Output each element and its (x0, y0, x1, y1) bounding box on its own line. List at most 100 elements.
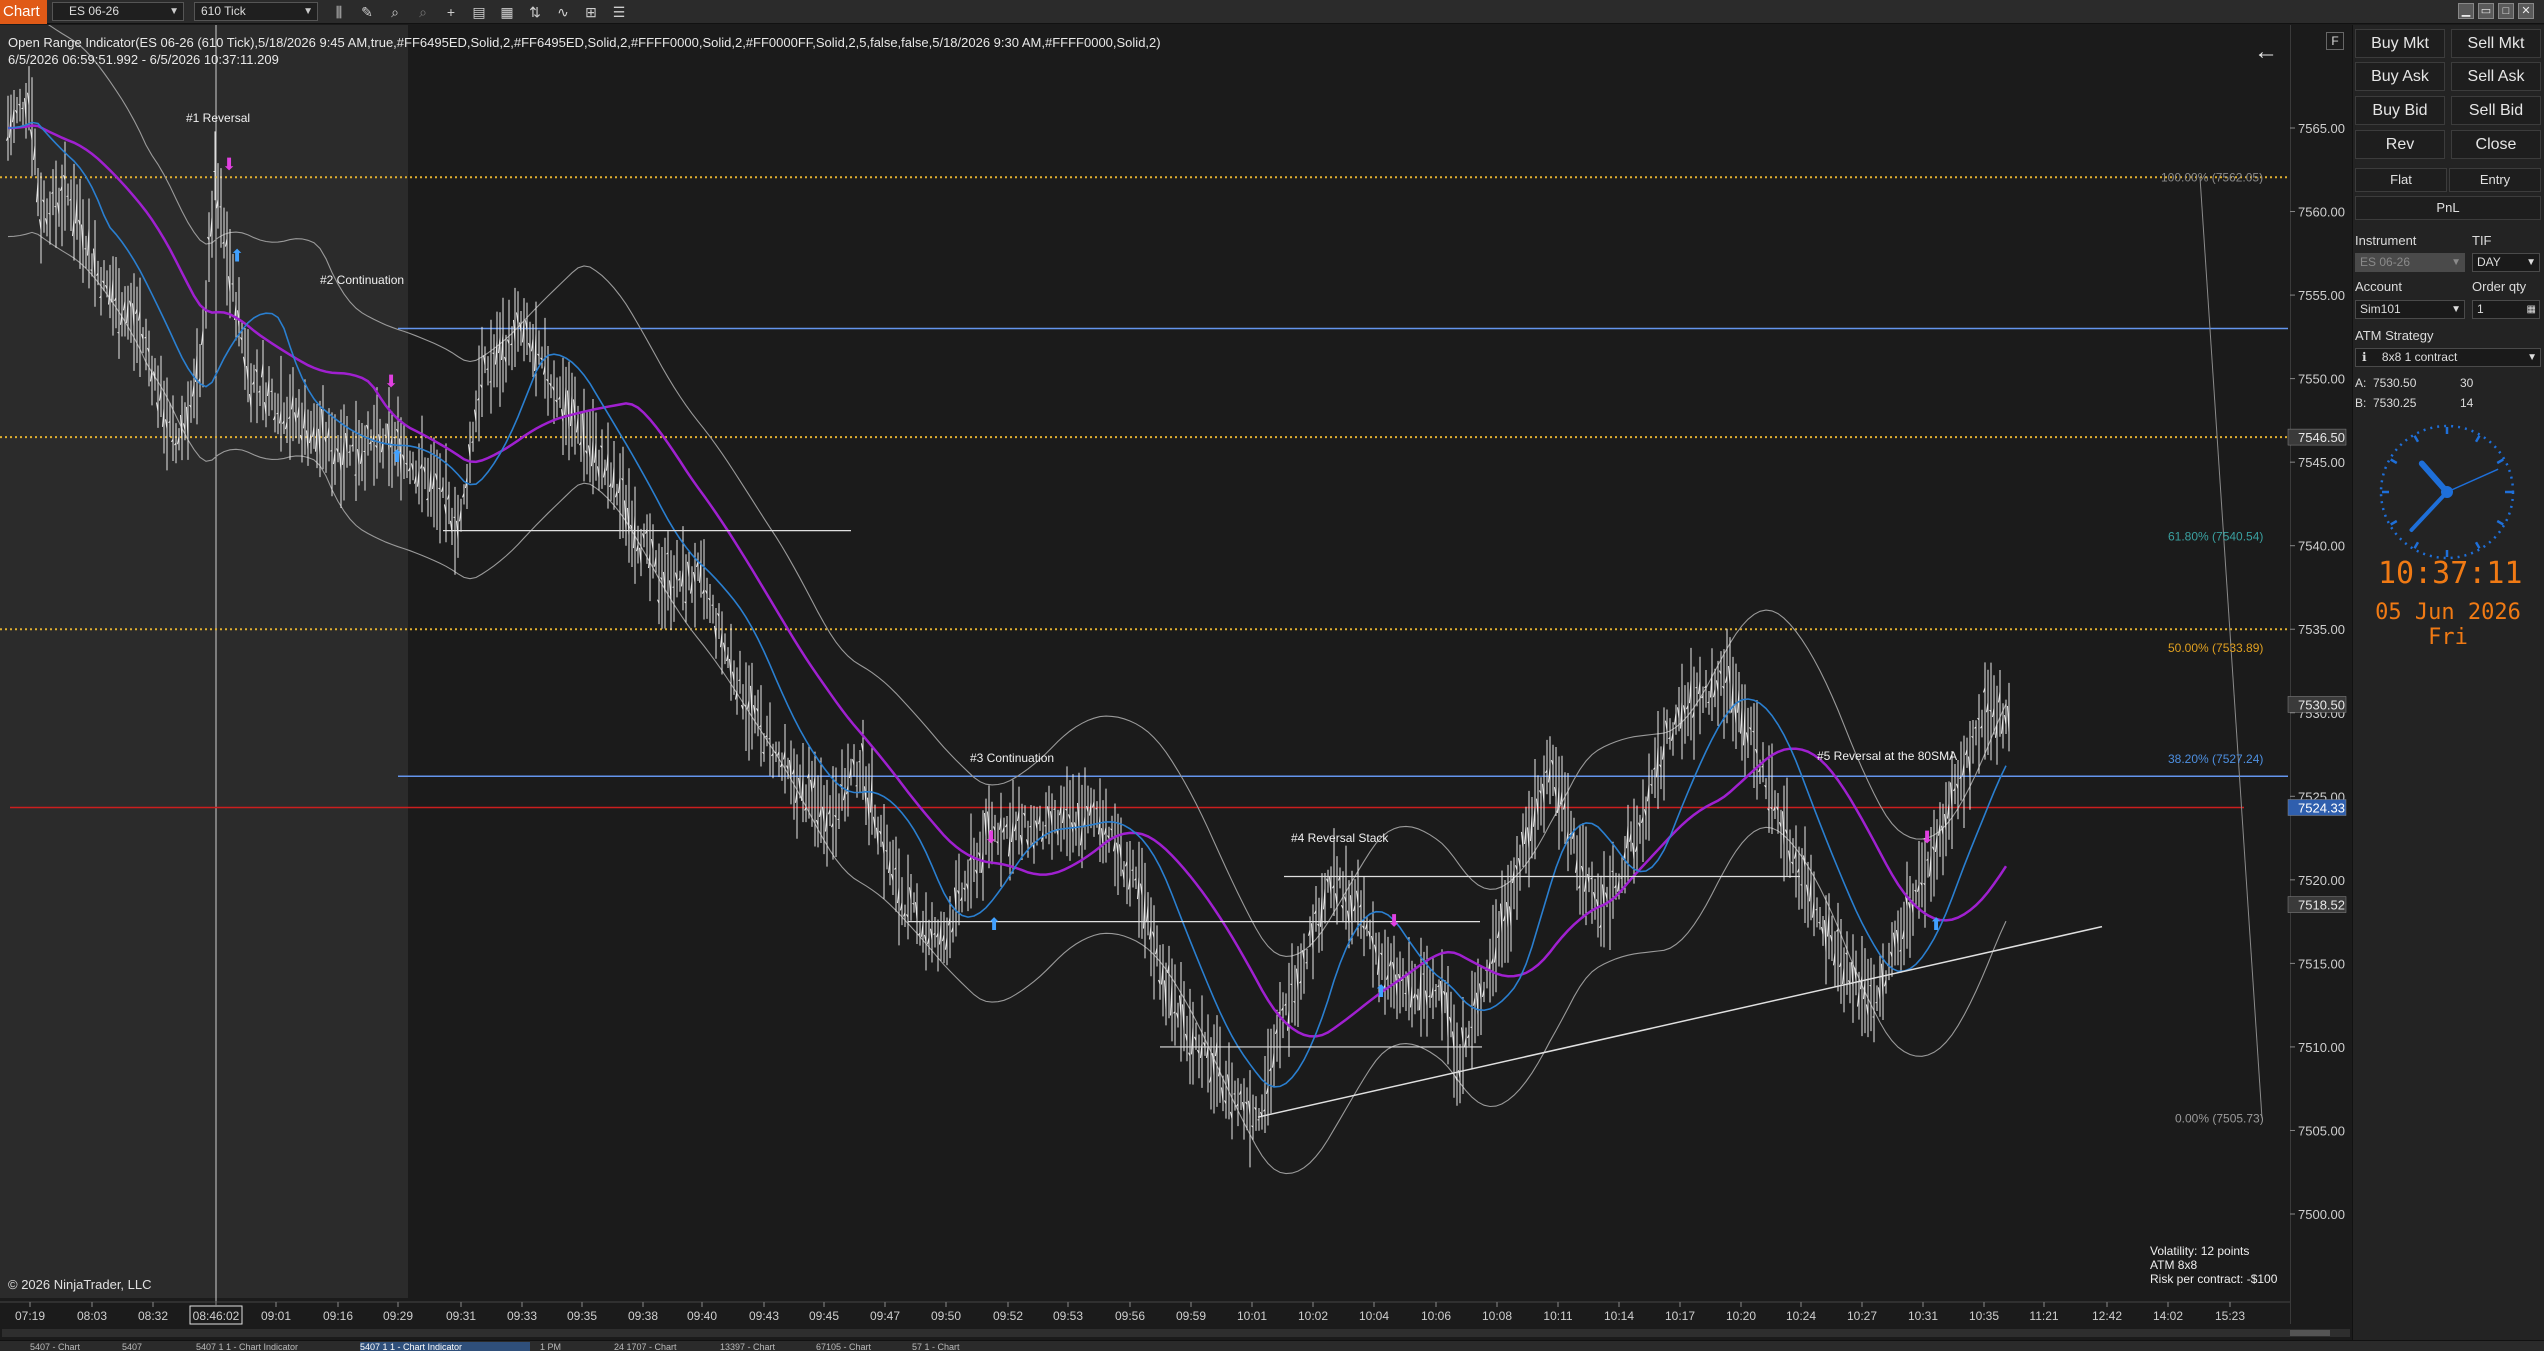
tif-select[interactable]: DAY ▼ (2472, 253, 2540, 272)
time-tick-label: 10:31 (1908, 1309, 1938, 1323)
order-qty-value: 1 (2477, 302, 2484, 316)
ask-label: A: (2355, 376, 2367, 390)
reverse-button[interactable]: Rev (2355, 130, 2445, 159)
price-bar-open (768, 738, 771, 740)
time-tick-label: 09:33 (507, 1309, 537, 1323)
instrument-label: Instrument (2355, 233, 2417, 248)
zoom-out-icon[interactable]: ⌕ (414, 3, 432, 21)
chart-tab[interactable]: Chart (0, 0, 47, 24)
period-value: 610 Tick (201, 4, 246, 18)
bottom-tab-active[interactable]: 5407 1 1 - Chart Indicator (360, 1342, 530, 1351)
time-tick-label: 15:23 (2215, 1309, 2245, 1323)
instrument-selector[interactable]: ES 06-26 ▼ (52, 2, 184, 21)
order-qty-label: Order qty (2472, 279, 2527, 294)
price-tick-label: 7500.00 (2298, 1207, 2345, 1222)
indicators-icon[interactable]: ∿ (554, 3, 572, 21)
price-bar-open (1761, 766, 1764, 768)
buy-bid-button[interactable]: Buy Bid (2355, 96, 2445, 125)
clock-hour-mark (2390, 519, 2398, 526)
minimize-icon[interactable]: ▁ (2458, 3, 2474, 19)
draw-pencil-icon[interactable]: ✎ (358, 3, 376, 21)
price-marker-label: 7530.50 (2298, 697, 2345, 712)
sell-ask-button[interactable]: Sell Ask (2451, 62, 2541, 91)
drawing-tools-icon[interactable]: ⊞ (582, 3, 600, 21)
long-signal-arrow-icon: ⬆ (230, 247, 244, 267)
long-signal-arrow-icon: ⬆ (1929, 915, 1943, 935)
price-tick-label: 7565.00 (2298, 121, 2345, 136)
price-bar-open (1800, 884, 1803, 886)
price-marker-label: 7518.52 (2298, 898, 2345, 913)
crosshair-icon[interactable]: + (442, 3, 460, 21)
price-marker-label: 7546.50 (2298, 430, 2345, 445)
analog-clock-icon (2379, 424, 2515, 560)
bottom-tab[interactable]: 5407 1 1 - Chart Indicator (196, 1342, 356, 1351)
bottom-tab[interactable]: 57 1 - Chart (912, 1342, 1002, 1351)
price-tick-label: 7545.00 (2298, 455, 2345, 470)
buy-ask-button[interactable]: Buy Ask (2355, 62, 2445, 91)
tif-value: DAY (2477, 255, 2501, 269)
price-marker-label: 7524.33 (2298, 801, 2345, 816)
tif-label: TIF (2472, 233, 2492, 248)
sell-market-button[interactable]: Sell Mkt (2451, 29, 2541, 58)
time-tick-label: 09:47 (870, 1309, 900, 1323)
maximize-icon[interactable]: □ (2498, 3, 2514, 19)
annotation-label: #5 Reversal at the 80SMA (1817, 749, 1957, 763)
info-icon[interactable]: ℹ (2362, 350, 2367, 364)
bottom-tab[interactable]: 13397 - Chart (720, 1342, 810, 1351)
strategies-icon[interactable]: ⇅ (526, 3, 544, 21)
bottom-tab[interactable]: 1 PM (540, 1342, 610, 1351)
f-button[interactable]: F (2326, 32, 2344, 50)
price-tick-label: 7510.00 (2298, 1040, 2345, 1055)
templates-icon[interactable]: ☰ (610, 3, 628, 21)
time-tick-label: 12:42 (2092, 1309, 2122, 1323)
long-signal-arrow-icon: ⬆ (1374, 982, 1388, 1002)
account-select[interactable]: Sim101 ▼ (2355, 300, 2465, 319)
zoom-icon[interactable]: ⌕ (386, 3, 404, 21)
flat-status: Flat (2355, 168, 2447, 192)
clock-hour-mark (2390, 458, 2398, 465)
back-arrow-icon[interactable]: ← (2254, 38, 2278, 66)
time-tick-label: 10:20 (1726, 1309, 1756, 1323)
bar-type-icon[interactable]: ⫼ (330, 3, 348, 21)
order-qty-input[interactable]: 1 ▦ (2472, 300, 2540, 319)
chevron-down-icon: ▼ (2451, 304, 2461, 315)
buy-market-button[interactable]: Buy Mkt (2355, 29, 2445, 58)
annotation-label: #3 Continuation (970, 751, 1054, 765)
fibonacci-labels: 100.00% (7562.05) 61.80% (7540.54) 50.00% … (2161, 170, 2264, 1125)
time-tick-label: 09:43 (749, 1309, 779, 1323)
data-box-icon[interactable]: ▤ (470, 3, 488, 21)
time-tick-label: 09:50 (931, 1309, 961, 1323)
time-tick-label: 09:53 (1053, 1309, 1083, 1323)
price-bar-open (1053, 808, 1056, 810)
fibonacci-label: 0.00% (7505.73) (2175, 1111, 2264, 1125)
close-icon[interactable]: ✕ (2518, 3, 2534, 19)
restore-icon[interactable]: ▭ (2478, 3, 2494, 19)
price-tick-label: 7505.00 (2298, 1123, 2345, 1138)
bottom-tab[interactable]: 5407 - Chart (30, 1342, 120, 1351)
annotation-label: #4 Reversal Stack (1291, 831, 1389, 845)
atm-strategy-select[interactable]: ℹ 8x8 1 contract ▼ (2355, 348, 2541, 367)
chevron-down-icon: ▼ (2526, 257, 2536, 268)
short-signal-arrow-icon: ⬇ (384, 372, 398, 392)
bottom-tab[interactable]: 67105 - Chart (816, 1342, 906, 1351)
time-tick-label: 11:21 (2029, 1309, 2058, 1323)
bid-label: B: (2355, 396, 2367, 410)
time-tick-label: 10:17 (1665, 1309, 1695, 1323)
price-chart: ⬇ ⬇ ⬇ ⬇ ⬇ ⬆ ⬆ ⬆ ⬆ ⬆ #1 Reversal #2 Continuation #3 … (0, 25, 2350, 1337)
short-signal-arrow-icon: ⬇ (984, 828, 998, 848)
short-signal-arrow-icon: ⬇ (1387, 912, 1401, 932)
time-tick-label: 10:04 (1359, 1309, 1389, 1323)
bottom-tab[interactable]: 5407 (122, 1342, 192, 1351)
instrument-field-value: ES 06-26 (2360, 255, 2411, 269)
price-bar-open (117, 331, 120, 334)
sell-bid-button[interactable]: Sell Bid (2451, 96, 2541, 125)
bottom-tab-bar: 5407 - Chart 5407 5407 1 1 - Chart Indic… (0, 1340, 2544, 1351)
calculator-icon[interactable]: ▦ (2527, 301, 2536, 318)
close-position-button[interactable]: Close (2451, 130, 2541, 159)
chevron-down-icon: ▼ (303, 6, 313, 17)
time-tick-label: 09:56 (1115, 1309, 1145, 1323)
properties-icon[interactable]: ▦ (498, 3, 516, 21)
bottom-tab[interactable]: 24 1707 - Chart (614, 1342, 714, 1351)
period-selector[interactable]: 610 Tick ▼ (194, 2, 318, 21)
price-tick-label: 7550.00 (2298, 372, 2345, 387)
